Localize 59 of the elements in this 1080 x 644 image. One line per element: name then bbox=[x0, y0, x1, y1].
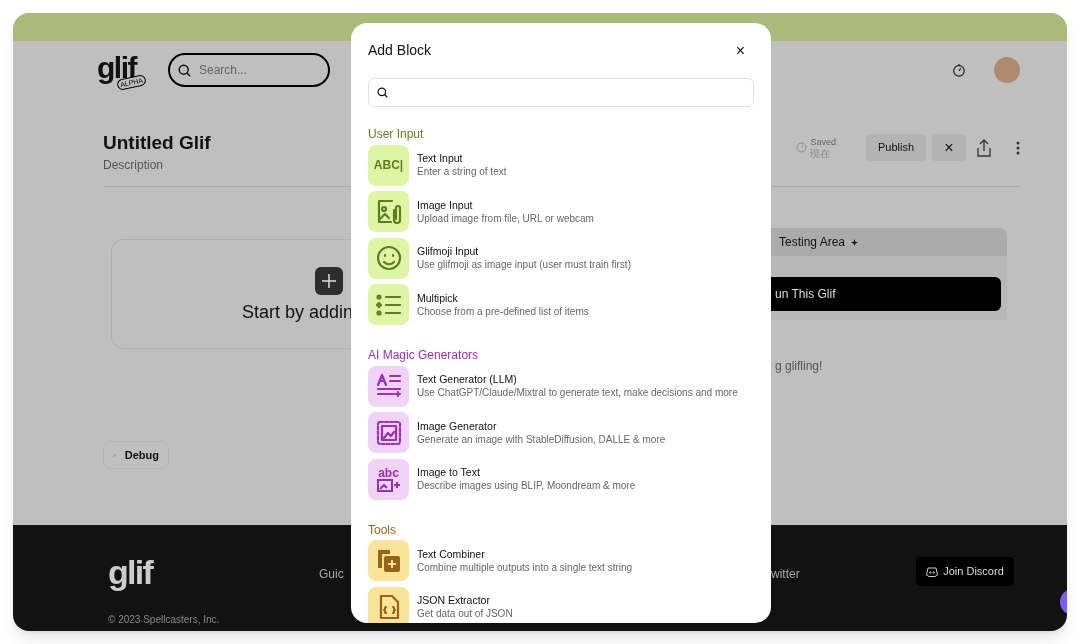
glif-description[interactable]: Description bbox=[103, 156, 211, 174]
debug-button[interactable]: Debug bbox=[103, 441, 169, 469]
block-description: Use glifmoji as image input (user must train first) bbox=[417, 258, 631, 273]
search-icon bbox=[377, 87, 388, 98]
block-title: Glifmoji Input bbox=[417, 244, 480, 259]
search-field[interactable]: Search... bbox=[168, 53, 330, 87]
saved-label: Saved bbox=[810, 136, 836, 148]
footer-logo[interactable]: glif bbox=[108, 547, 153, 598]
block-description: Describe images using BLIP, Moondream & more bbox=[417, 479, 636, 494]
framed-image-icon bbox=[374, 418, 403, 447]
block-title: Multipick bbox=[417, 290, 459, 305]
close-button[interactable]: × bbox=[932, 134, 966, 161]
block-search-field[interactable] bbox=[368, 78, 754, 107]
block-title: Image to Text bbox=[417, 465, 481, 480]
block-option[interactable]: Text Combiner Combine multiple outputs into a single text string bbox=[368, 537, 754, 584]
block-option[interactable]: Text Generator (LLM) Use ChatGPT/Claude/Mixtral to generate text, make decisions and more bbox=[368, 363, 754, 410]
more-icon[interactable] bbox=[1016, 140, 1020, 155]
search-icon bbox=[178, 64, 191, 77]
block-description: Generate an image with StableDiffusion, DALLE & more bbox=[417, 432, 666, 447]
modal-title: Add Block bbox=[368, 41, 432, 60]
publish-button[interactable]: Publish bbox=[865, 134, 926, 161]
section-heading: Tools bbox=[368, 522, 397, 537]
timer-icon[interactable] bbox=[952, 63, 966, 77]
block-description: Choose from a pre-defined list of items bbox=[417, 304, 589, 319]
block-description: Enter a string of text bbox=[417, 165, 507, 180]
join-discord-button[interactable]: Join Discord bbox=[916, 557, 1014, 586]
section-heading: User Input bbox=[368, 127, 425, 141]
clock-icon bbox=[796, 142, 808, 153]
glif-title[interactable]: Untitled Glif bbox=[103, 132, 211, 154]
text-cursor-icon: ABC| bbox=[373, 156, 404, 175]
block-option[interactable]: Image Input Upload image from file, URL or webcam bbox=[368, 188, 754, 235]
block-title: JSON Extractor bbox=[417, 593, 491, 608]
footer-link[interactable]: Guic bbox=[319, 565, 344, 583]
plus-icon bbox=[322, 274, 336, 288]
testing-area-title: Testing Area bbox=[779, 234, 846, 251]
block-title: Text Generator (LLM) bbox=[417, 372, 518, 387]
section-heading: AI Magic Generators bbox=[368, 348, 480, 362]
share-icon[interactable] bbox=[976, 138, 992, 157]
sparkle-icon bbox=[851, 238, 859, 246]
block-option[interactable]: ABC| Text Input Enter a string of text bbox=[368, 142, 754, 189]
block-description: Use ChatGPT/Claude/Mixtral to generate text, make decisions and more bbox=[417, 386, 738, 401]
empty-canvas-prompt: Start by addin bbox=[242, 301, 354, 324]
block-description: Get data out of JSON bbox=[417, 607, 513, 622]
footer-link[interactable]: witter bbox=[771, 565, 800, 583]
block-title: Image Input bbox=[417, 197, 474, 212]
block-description: Upload image from file, URL or webcam bbox=[417, 211, 594, 226]
block-description: Combine multiple outputs into a single text string bbox=[417, 560, 633, 575]
block-option[interactable]: JSON Extractor Get data out of JSON bbox=[368, 584, 754, 623]
smiley-icon bbox=[374, 244, 403, 273]
block-title: Text Combiner bbox=[417, 546, 486, 561]
add-block-button[interactable] bbox=[315, 267, 343, 295]
greeting-text: g glifling! bbox=[774, 358, 824, 375]
block-option[interactable]: Image Generator Generate an image with StableDiffusion, DALLE & more bbox=[368, 409, 754, 456]
block-option[interactable]: abc Image to Text Describe images using BLIP, Moondream & more bbox=[368, 456, 754, 503]
copyright-text: © 2023 Spellcasters, Inc. bbox=[108, 613, 220, 627]
block-title: Image Generator bbox=[417, 418, 498, 433]
block-title: Text Input bbox=[417, 151, 464, 166]
discord-icon bbox=[926, 566, 939, 577]
close-button[interactable]: × bbox=[735, 42, 745, 59]
